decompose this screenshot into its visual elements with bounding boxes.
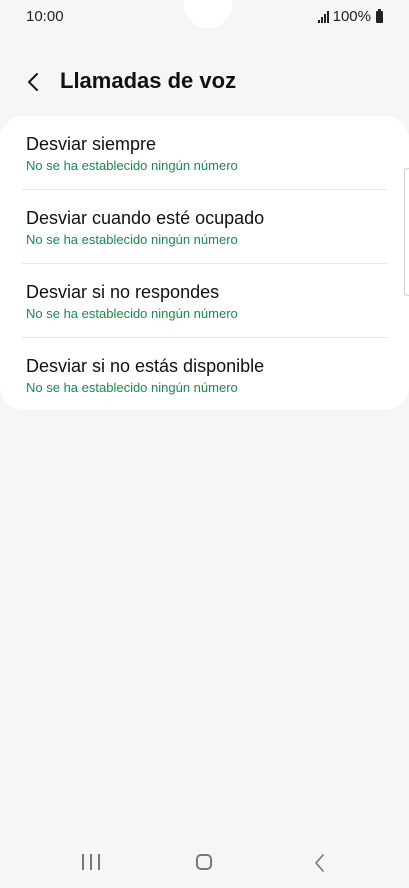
back-button[interactable] bbox=[22, 68, 46, 96]
status-time: 10:00 bbox=[26, 8, 64, 25]
home-icon[interactable] bbox=[196, 854, 212, 870]
battery-percent: 100% bbox=[332, 8, 371, 25]
list-item-title: Desviar siempre bbox=[26, 134, 157, 154]
recents-icon[interactable] bbox=[82, 854, 100, 872]
navigation-bar bbox=[0, 840, 409, 888]
list-item-desviar-no-respondes[interactable]: Desviar si no respondes No se ha estable… bbox=[22, 264, 387, 338]
status-indicators: 100% bbox=[317, 8, 383, 25]
list-item-subtitle: No se ha establecido ningún número bbox=[26, 306, 238, 321]
list-item-title: Desviar si no estás disponible bbox=[26, 356, 265, 376]
scroll-indicator[interactable] bbox=[404, 168, 409, 296]
list-item-title: Desviar si no respondes bbox=[26, 282, 220, 302]
list-item-subtitle: No se ha establecido ningún número bbox=[26, 232, 238, 247]
list-item-desviar-no-disponible[interactable]: Desviar si no estás disponible No se ha … bbox=[22, 338, 387, 412]
battery-icon bbox=[376, 8, 383, 23]
list-item-subtitle: No se ha establecido ningún número bbox=[26, 158, 238, 173]
status-bar: 10:00 100% bbox=[0, 0, 409, 36]
app-header: Llamadas de voz bbox=[0, 60, 409, 104]
list-item-desviar-siempre[interactable]: Desviar siempre No se ha establecido nin… bbox=[22, 116, 387, 190]
list-item-subtitle: No se ha establecido ningún número bbox=[26, 380, 238, 395]
list-item-desviar-ocupado[interactable]: Desviar cuando esté ocupado No se ha est… bbox=[22, 190, 387, 264]
camera-notch bbox=[184, 0, 232, 28]
page-title: Llamadas de voz bbox=[60, 68, 237, 93]
signal-icon bbox=[317, 10, 329, 23]
back-icon[interactable] bbox=[312, 852, 328, 874]
settings-card: Desviar siempre No se ha establecido nin… bbox=[0, 116, 409, 410]
chevron-left-icon bbox=[28, 73, 38, 91]
list-item-title: Desviar cuando esté ocupado bbox=[26, 208, 265, 228]
